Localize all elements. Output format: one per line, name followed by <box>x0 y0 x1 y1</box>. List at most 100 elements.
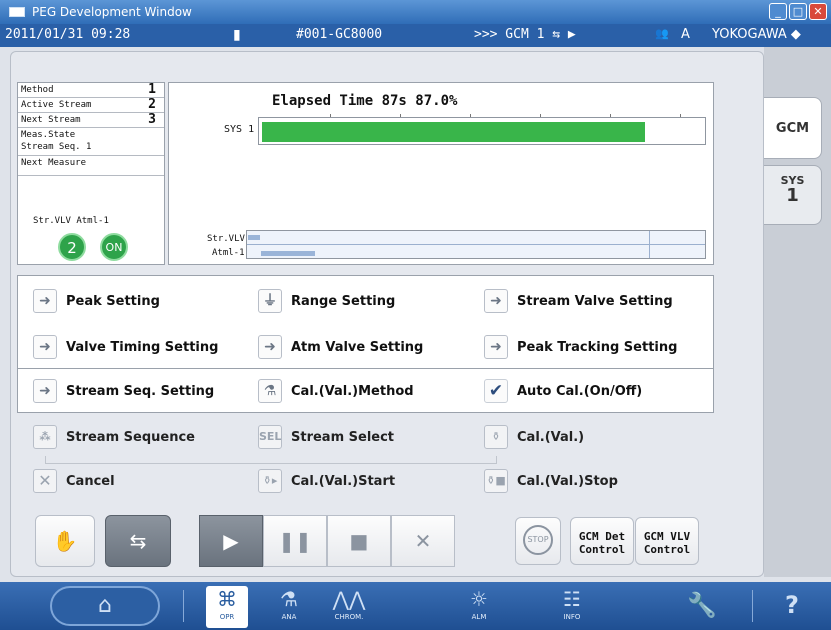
stop-icon: STOP <box>523 525 553 555</box>
gcm-vlv-line2: Control <box>643 543 691 556</box>
cal-stop-label: Cal.(Val.)Stop <box>517 473 618 489</box>
nav-chrom[interactable]: ⋀⋀ CHROM. <box>328 586 370 628</box>
auto-cal-toggle[interactable]: ✔ Auto Cal.(On/Off) <box>484 374 642 408</box>
cancel-label: Cancel <box>66 473 115 489</box>
analyzer-icon: ⚗ <box>280 587 298 611</box>
stream-select-label: Stream Select <box>291 429 395 445</box>
active-stream-value: 2 <box>148 97 156 112</box>
nav-separator <box>752 590 753 622</box>
emergency-stop-button[interactable]: STOP <box>515 517 561 565</box>
method-row: Method 1 <box>18 83 164 98</box>
nav-info[interactable]: ☷ INFO <box>551 586 593 628</box>
next-measure-row: Next Measure <box>18 156 164 176</box>
calibration-icon: ⚱ <box>484 425 508 449</box>
nav-alm[interactable]: ☼ ALM <box>458 586 500 628</box>
atm-valve-setting-button[interactable]: ➜ Atm Valve Setting <box>258 330 423 364</box>
sys1-progress-track <box>258 117 706 145</box>
nav-ana[interactable]: ⚗ ANA <box>268 586 310 628</box>
status-bar: 2011/01/31 09:28 ▮ #001-GC8000 >>> GCM 1… <box>0 24 831 47</box>
atml-indicator: ON <box>100 233 128 261</box>
gcm-det-control-button[interactable]: GCM Det Control <box>570 517 634 565</box>
tools-button[interactable]: 🔧 <box>681 586 723 628</box>
atml-timeline-bar <box>261 251 315 256</box>
stream-seq-label: Stream Seq. 1 <box>21 142 92 152</box>
cancel-x-icon: ✕ <box>33 469 57 493</box>
active-stream-row: Active Stream 2 <box>18 98 164 113</box>
sys1-label: SYS 1 <box>224 124 255 135</box>
play-icon: ▶ <box>223 529 239 553</box>
tab-sys-1[interactable]: SYS 1 <box>764 165 822 225</box>
nav-ana-label: ANA <box>281 613 297 621</box>
timeline-divider <box>649 231 650 258</box>
nav-alm-label: ALM <box>471 613 487 621</box>
valve-timeline <box>246 230 706 259</box>
range-setting-label: Range Setting <box>291 293 396 309</box>
info-icon: ☷ <box>563 587 581 611</box>
abort-x-icon: ✕ <box>414 529 432 553</box>
elapsed-time-text: Elapsed Time 87s 87.0% <box>272 93 458 109</box>
method-value: 1 <box>148 82 156 97</box>
cancel-button[interactable]: ✕ Cancel <box>33 467 115 495</box>
user-level: A <box>681 27 690 42</box>
nav-chrom-label: CHROM. <box>334 613 364 621</box>
valve-timing-setting-button[interactable]: ➜ Valve Timing Setting <box>33 330 218 364</box>
minimize-button[interactable]: _ <box>769 3 787 20</box>
help-icon: ? <box>785 591 799 619</box>
meas-state-row: Meas.State Stream Seq. 1 <box>18 128 164 156</box>
action-tree-connector <box>45 456 497 464</box>
method-label: Method <box>21 85 54 95</box>
stream-select-icon: SEL <box>258 425 282 449</box>
range-setting-button[interactable]: ⏚ Range Setting <box>258 284 395 318</box>
next-stream-value: 3 <box>148 112 156 127</box>
tab-gcm[interactable]: GCM <box>764 97 822 159</box>
stream-select-button[interactable]: SEL Stream Select <box>258 423 394 451</box>
cycle-mode-button[interactable]: ⇆ <box>105 515 171 567</box>
user-icon: 👥 <box>655 27 669 40</box>
cal-method-button[interactable]: ⚗ Cal.(Val.)Method <box>258 374 414 408</box>
atm-valve-setting-label: Atm Valve Setting <box>291 339 424 355</box>
abort-button[interactable]: ✕ <box>391 515 455 567</box>
gcm-vlv-line1: GCM VLV <box>643 530 691 543</box>
stream-valve-setting-button[interactable]: ➜ Stream Valve Setting <box>484 284 673 318</box>
gcm-vlv-control-button[interactable]: GCM VLV Control <box>635 517 699 565</box>
arrow-right-icon: ➜ <box>33 379 57 403</box>
arrow-right-icon: ➜ <box>33 335 57 359</box>
start-button[interactable]: ▶ <box>199 515 263 567</box>
window-title-bar: PEG Development Window _ □ ✕ <box>0 0 831 24</box>
calibration-icon: ⚗ <box>258 379 282 403</box>
measurement-info-panel: Method 1 Active Stream 2 Next Stream 3 M… <box>17 82 165 265</box>
stream-seq-setting-button[interactable]: ➜ Stream Seq. Setting <box>33 374 214 408</box>
stream-sequence-button[interactable]: ⁂ Stream Sequence <box>33 423 195 451</box>
cal-stop-button[interactable]: ⚱■ Cal.(Val.)Stop <box>484 467 618 495</box>
stop-square-button[interactable]: ■ <box>327 515 391 567</box>
cal-start-label: Cal.(Val.)Start <box>291 473 396 489</box>
tab-sys-number: 1 <box>786 185 799 206</box>
peak-tracking-setting-button[interactable]: ➜ Peak Tracking Setting <box>484 330 677 364</box>
arrow-right-icon: ➜ <box>258 335 282 359</box>
close-button[interactable]: ✕ <box>809 3 827 20</box>
nav-opr[interactable]: ⌘ OPR <box>206 586 248 628</box>
next-stream-label: Next Stream <box>21 115 81 125</box>
home-button[interactable]: ⌂ <box>50 586 160 626</box>
strvlv-timeline-bar <box>248 235 260 240</box>
arrow-right-icon: ➜ <box>484 289 508 313</box>
pause-icon: ❚❚ <box>278 529 312 553</box>
bottom-navigation: ⌂ ⌘ OPR ⚗ ANA ⋀⋀ CHROM. ☼ ALM ☷ INFO 🔧 ? <box>0 582 831 630</box>
peak-setting-button[interactable]: ➜ Peak Setting <box>33 284 160 318</box>
manual-hand-button[interactable]: ✋ <box>35 515 95 567</box>
arrow-right-icon: ➜ <box>33 289 57 313</box>
cal-start-button[interactable]: ⚱▸ Cal.(Val.)Start <box>258 467 395 495</box>
pause-button[interactable]: ❚❚ <box>263 515 327 567</box>
cal-stop-icon: ⚱■ <box>484 469 508 493</box>
peak-tracking-setting-label: Peak Tracking Setting <box>517 339 678 355</box>
chromatogram-icon: ⋀⋀ <box>332 587 366 611</box>
cal-val-button[interactable]: ⚱ Cal.(Val.) <box>484 423 584 451</box>
help-button[interactable]: ? <box>771 586 813 628</box>
control-toolbar: ✋ ⇆ ▶ ❚❚ ■ ✕ STOP GCM Det Control GCM VL… <box>17 515 759 571</box>
valve-timing-setting-label: Valve Timing Setting <box>66 339 219 355</box>
datetime-text: 2011/01/31 09:28 <box>5 27 131 42</box>
maximize-button[interactable]: □ <box>789 3 807 20</box>
next-stream-row: Next Stream 3 <box>18 113 164 128</box>
tab-sys-label: SYS <box>780 174 805 187</box>
cal-method-label: Cal.(Val.)Method <box>291 383 414 399</box>
